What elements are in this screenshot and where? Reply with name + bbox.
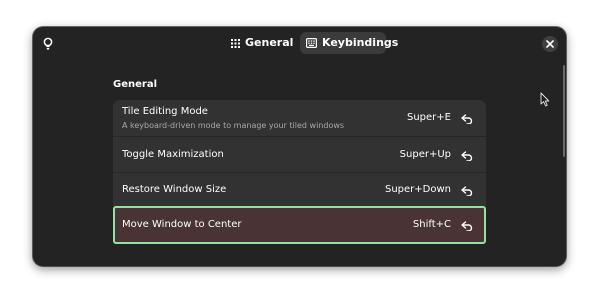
settings-window: General Keybindings General Tile Editing… [33,27,566,266]
shortcut-label: Super+E [407,112,451,123]
keyboard-icon [306,38,317,48]
keybindings-list: Tile Editing Mode A keyboard-driven mode… [113,100,486,244]
row-subtitle: A keyboard-driven mode to manage your ti… [122,121,345,130]
shortcut-label: Super+Up [399,149,451,160]
row-title: Toggle Maximization [122,149,224,160]
section-title: General [113,79,157,90]
close-button[interactable] [542,36,558,52]
shortcut-label: Shift+C [412,219,451,230]
tab-keybindings-label: Keybindings [322,36,399,49]
tab-general[interactable]: General [226,32,294,54]
keybinding-row-tile-editing-mode[interactable]: Tile Editing Mode A keyboard-driven mode… [113,100,486,136]
keybinding-row-restore-window-size[interactable]: Restore Window Size Super+Down [113,173,486,209]
reset-icon[interactable] [461,151,473,161]
reset-icon[interactable] [461,221,473,231]
row-title: Move Window to Center [122,219,242,230]
keybinding-row-toggle-maximization[interactable]: Toggle Maximization Super+Up [113,137,486,173]
tab-general-label: General [245,36,294,49]
reset-icon[interactable] [461,186,473,196]
shortcut-label: Super+Down [384,184,451,195]
scrollbar[interactable] [563,65,565,157]
tab-keybindings[interactable]: Keybindings [300,32,398,54]
row-title: Tile Editing Mode [122,106,208,117]
row-title: Restore Window Size [122,184,227,195]
close-icon [546,40,554,48]
reset-icon[interactable] [461,114,473,124]
grid-icon [231,39,240,48]
mouse-pointer-icon [540,92,550,107]
lightbulb-icon[interactable] [42,37,54,51]
header-bar: General Keybindings [33,27,566,61]
keybinding-row-move-window-to-center[interactable]: Move Window to Center Shift+C [113,206,486,244]
